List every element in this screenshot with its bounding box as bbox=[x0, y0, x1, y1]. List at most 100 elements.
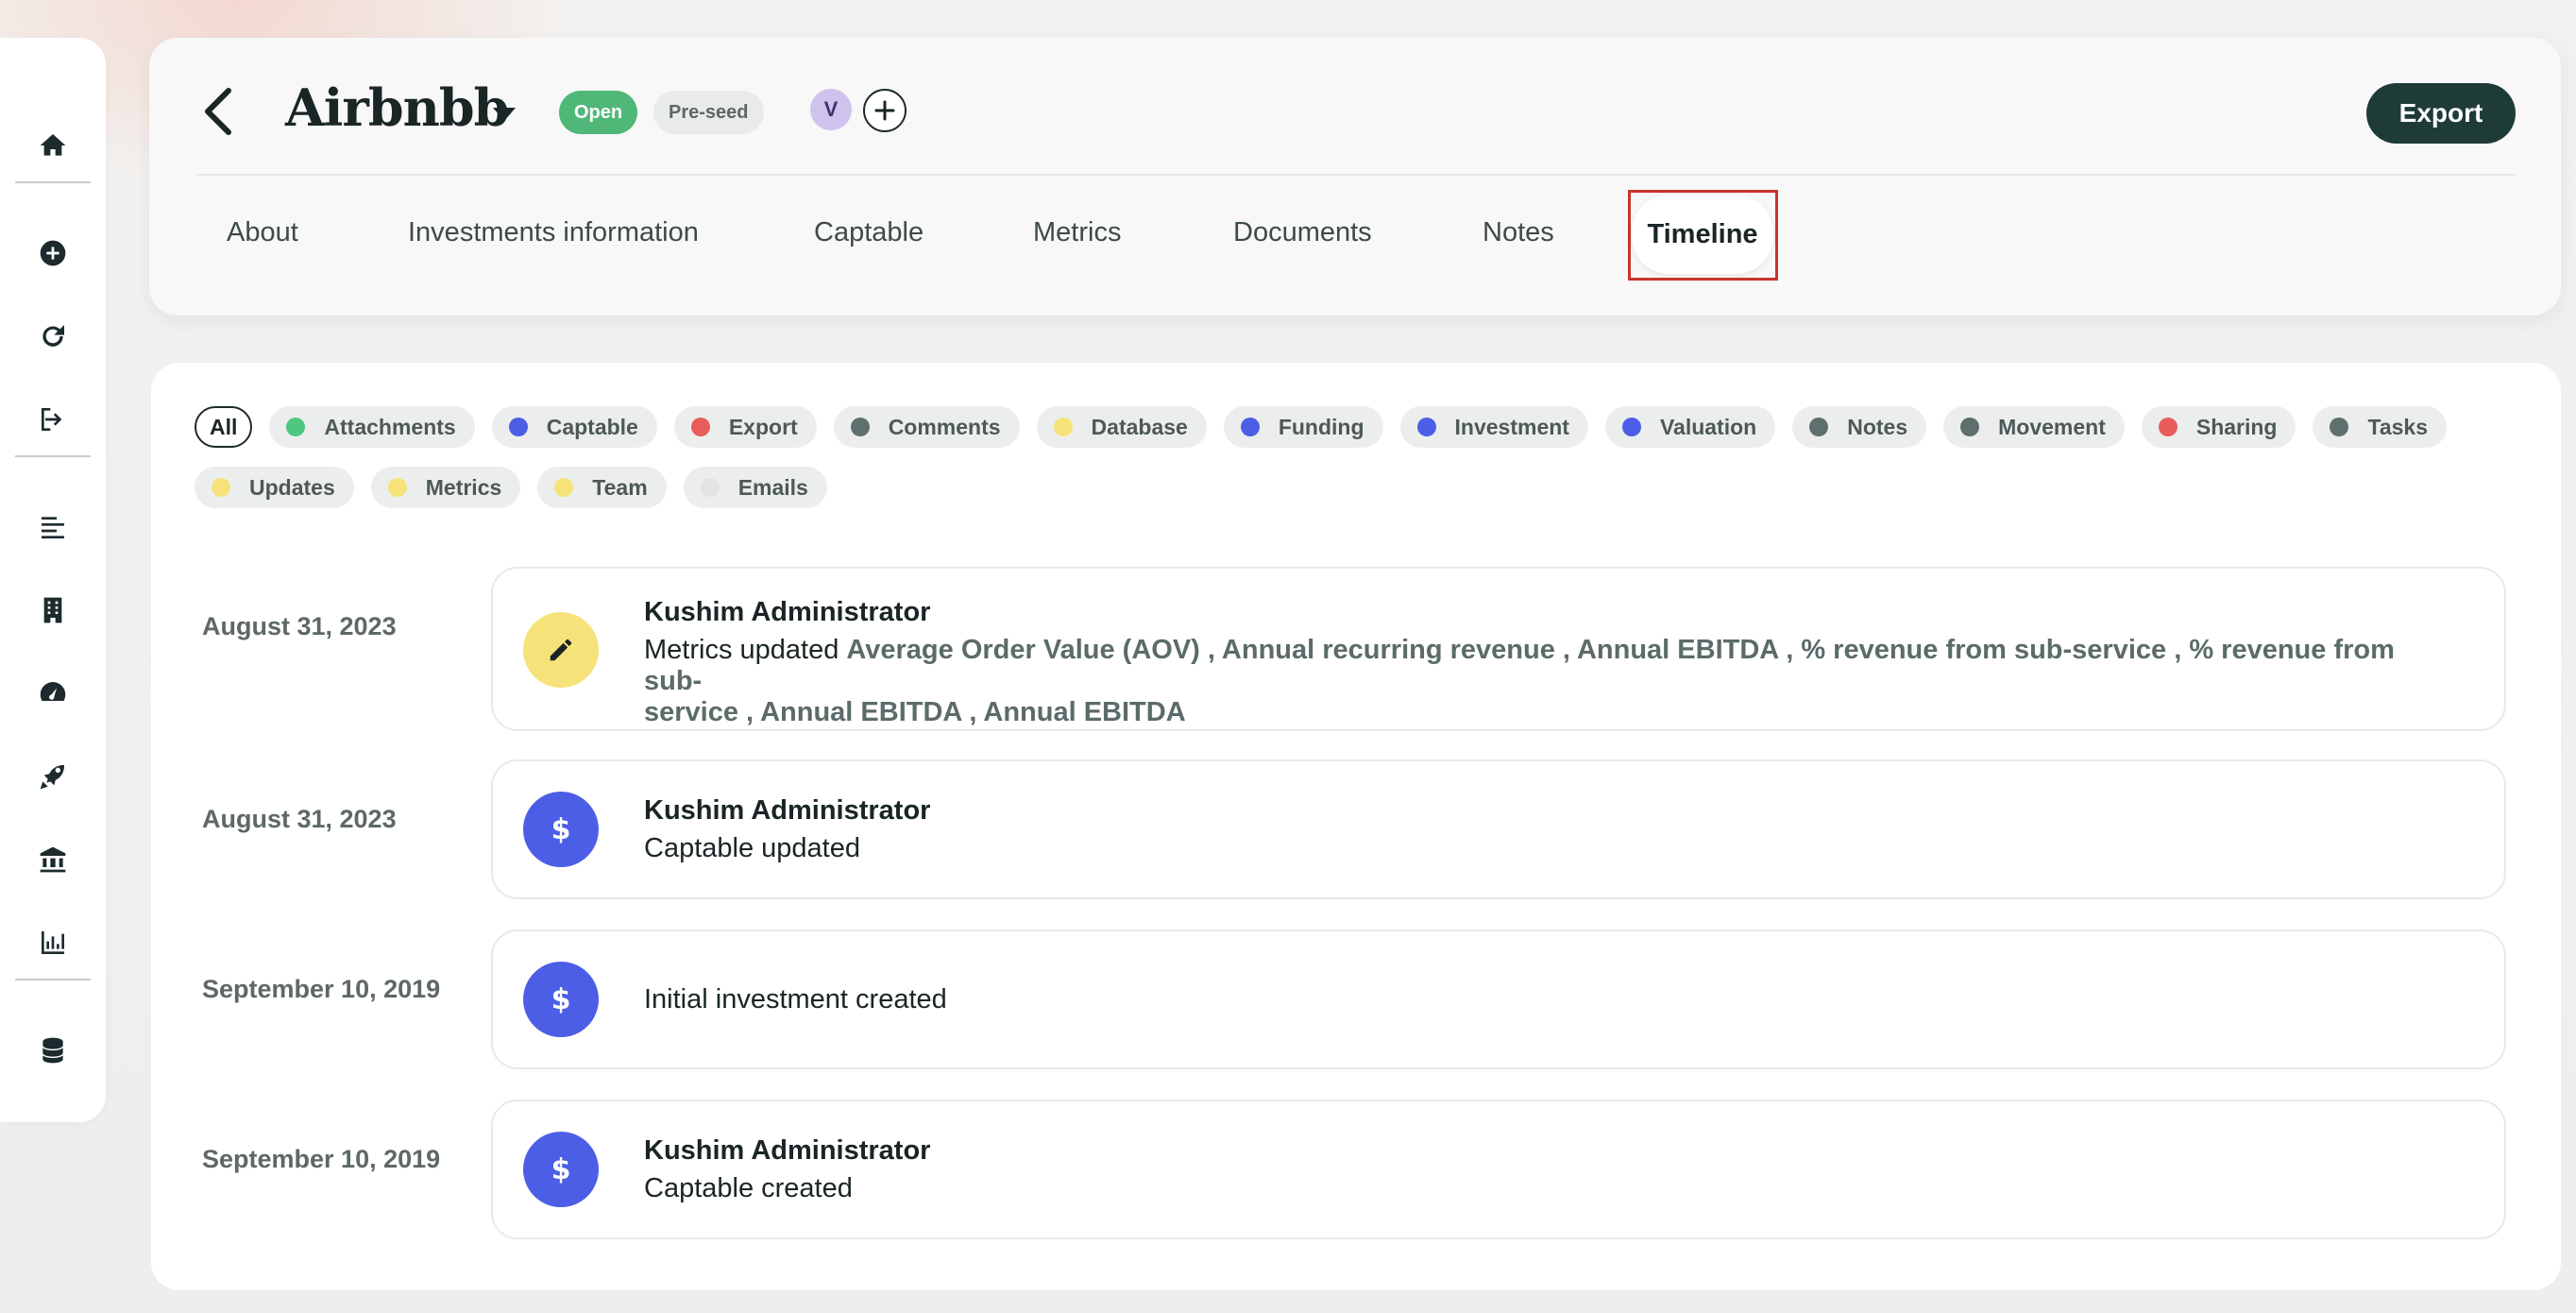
filter-dot-icon bbox=[1416, 418, 1436, 436]
filter-dot-icon bbox=[286, 418, 306, 436]
sidebar-divider bbox=[15, 979, 91, 980]
filter-dot-icon bbox=[690, 418, 710, 436]
entry-author: Kushim Administrator bbox=[644, 597, 931, 627]
list-icon[interactable] bbox=[34, 508, 72, 546]
filter-chip-label: Export bbox=[728, 414, 798, 439]
header-divider bbox=[196, 174, 2516, 176]
back-button[interactable] bbox=[196, 85, 240, 138]
filter-chip-label: Captable bbox=[546, 414, 638, 439]
bar-chart-icon[interactable] bbox=[34, 924, 72, 962]
add-member-button[interactable] bbox=[863, 89, 907, 132]
entry-author: Kushim Administrator bbox=[644, 1135, 931, 1166]
entry-description: Initial investment created bbox=[644, 984, 947, 1015]
entry-action: Metrics updated bbox=[644, 635, 839, 665]
dollar-icon: $ bbox=[523, 962, 599, 1037]
home-icon[interactable] bbox=[34, 127, 72, 164]
dashboard-gauge-icon[interactable] bbox=[34, 674, 72, 712]
tab-timeline[interactable]: Timeline bbox=[1632, 195, 1773, 274]
filter-chip-export[interactable]: Export bbox=[673, 406, 817, 448]
filter-chip-row: Updates Metrics Team Emails bbox=[195, 467, 827, 508]
filter-chip-label: Investment bbox=[1454, 414, 1569, 439]
filter-dot-icon bbox=[1240, 418, 1260, 436]
filter-chip-sharing[interactable]: Sharing bbox=[2141, 406, 2296, 448]
filter-chip-label: Emails bbox=[737, 474, 808, 500]
filter-chip-comments[interactable]: Comments bbox=[833, 406, 1020, 448]
filter-chip-investment[interactable]: Investment bbox=[1399, 406, 1588, 448]
sign-in-icon[interactable] bbox=[34, 401, 72, 438]
entry-description: Captable created bbox=[644, 1173, 853, 1203]
filter-chip-captable[interactable]: Captable bbox=[491, 406, 657, 448]
filter-dot-icon bbox=[850, 418, 870, 436]
company-header: Airbnbb Open Pre-seed V Export About Inv… bbox=[149, 38, 2561, 315]
filter-dot-icon bbox=[700, 478, 720, 497]
filter-chip-row: All Attachments Captable Export Comments Dat… bbox=[195, 406, 2447, 448]
filter-chip-valuation[interactable]: Valuation bbox=[1604, 406, 1776, 448]
filter-chip-all[interactable]: All bbox=[195, 406, 253, 448]
entry-description: Metrics updated Average Order Value (AOV… bbox=[644, 635, 2438, 728]
entry-date: August 31, 2023 bbox=[202, 612, 397, 640]
entry-date: September 10, 2019 bbox=[202, 1145, 441, 1173]
filter-chip-label: Updates bbox=[249, 474, 335, 500]
filter-chip-database[interactable]: Database bbox=[1036, 406, 1207, 448]
building-icon[interactable] bbox=[34, 591, 72, 629]
entry-description: Captable updated bbox=[644, 833, 860, 863]
timeline-entry[interactable]: $ Initial investment created bbox=[491, 929, 2506, 1069]
tab-investments-information[interactable]: Investments information bbox=[408, 217, 699, 248]
filter-chip-team[interactable]: Team bbox=[537, 467, 667, 508]
company-switcher-caret[interactable] bbox=[485, 100, 523, 128]
company-name: Airbnbb bbox=[285, 77, 509, 138]
filter-dot-icon bbox=[2158, 418, 2178, 436]
filter-chip-funding[interactable]: Funding bbox=[1223, 406, 1383, 448]
refresh-icon[interactable] bbox=[34, 317, 72, 355]
avatar[interactable]: V bbox=[810, 89, 852, 130]
filter-chip-label: Metrics bbox=[425, 474, 502, 500]
database-icon[interactable] bbox=[34, 1032, 72, 1069]
filter-dot-icon bbox=[1809, 418, 1829, 436]
filter-chip-updates[interactable]: Updates bbox=[195, 467, 354, 508]
filter-dot-icon bbox=[1960, 418, 1980, 436]
add-circle-icon[interactable] bbox=[34, 234, 72, 272]
sidebar-divider bbox=[15, 455, 91, 457]
filter-dot-icon bbox=[1053, 418, 1073, 436]
filter-chip-tasks[interactable]: Tasks bbox=[2313, 406, 2447, 448]
sidebar-divider bbox=[15, 181, 91, 183]
status-badge: Open bbox=[559, 91, 638, 134]
filter-chip-movement[interactable]: Movement bbox=[1943, 406, 2125, 448]
entry-date: August 31, 2023 bbox=[202, 805, 397, 833]
rocket-icon[interactable] bbox=[34, 758, 72, 795]
timeline-entry[interactable]: $ Kushim Administrator Captable created bbox=[491, 1100, 2506, 1239]
filter-chip-label: Notes bbox=[1847, 414, 1908, 439]
filter-chip-label: Tasks bbox=[2367, 414, 2428, 439]
chevron-left-icon bbox=[205, 88, 231, 135]
filter-chip-label: Movement bbox=[1998, 414, 2106, 439]
entry-metrics-list: service , Annual EBITDA , Annual EBITDA bbox=[644, 697, 1186, 727]
timeline-entry[interactable]: Kushim Administrator Metrics updated Ave… bbox=[491, 567, 2506, 731]
entry-author: Kushim Administrator bbox=[644, 795, 931, 826]
filter-dot-icon bbox=[2330, 418, 2349, 436]
tab-documents[interactable]: Documents bbox=[1233, 217, 1372, 248]
sidebar bbox=[0, 38, 106, 1122]
dollar-icon: $ bbox=[523, 1132, 599, 1207]
filter-dot-icon bbox=[508, 418, 528, 436]
stage-badge: Pre-seed bbox=[653, 91, 764, 134]
tab-about[interactable]: About bbox=[227, 217, 298, 248]
filter-chip-label: Sharing bbox=[2195, 414, 2278, 439]
tab-captable[interactable]: Captable bbox=[814, 217, 924, 248]
timeline-entry[interactable]: $ Kushim Administrator Captable updated bbox=[491, 759, 2506, 899]
filter-chip-label: Team bbox=[592, 474, 648, 500]
plus-icon bbox=[874, 100, 895, 121]
filter-chip-metrics[interactable]: Metrics bbox=[370, 467, 521, 508]
filter-chip-notes[interactable]: Notes bbox=[1792, 406, 1927, 448]
timeline-panel: All Attachments Captable Export Comments Dat… bbox=[151, 363, 2561, 1290]
filter-dot-icon bbox=[1621, 418, 1641, 436]
filter-dot-icon bbox=[212, 478, 230, 497]
bank-icon[interactable] bbox=[34, 841, 72, 878]
tab-metrics[interactable]: Metrics bbox=[1033, 217, 1121, 248]
filter-chip-attachments[interactable]: Attachments bbox=[269, 406, 475, 448]
filter-chip-label: Attachments bbox=[324, 414, 456, 439]
filter-chip-emails[interactable]: Emails bbox=[683, 467, 827, 508]
export-button[interactable]: Export bbox=[2366, 83, 2516, 144]
tab-notes[interactable]: Notes bbox=[1483, 217, 1554, 248]
filter-chip-label: Funding bbox=[1278, 414, 1364, 439]
filter-chip-label: Database bbox=[1091, 414, 1188, 439]
